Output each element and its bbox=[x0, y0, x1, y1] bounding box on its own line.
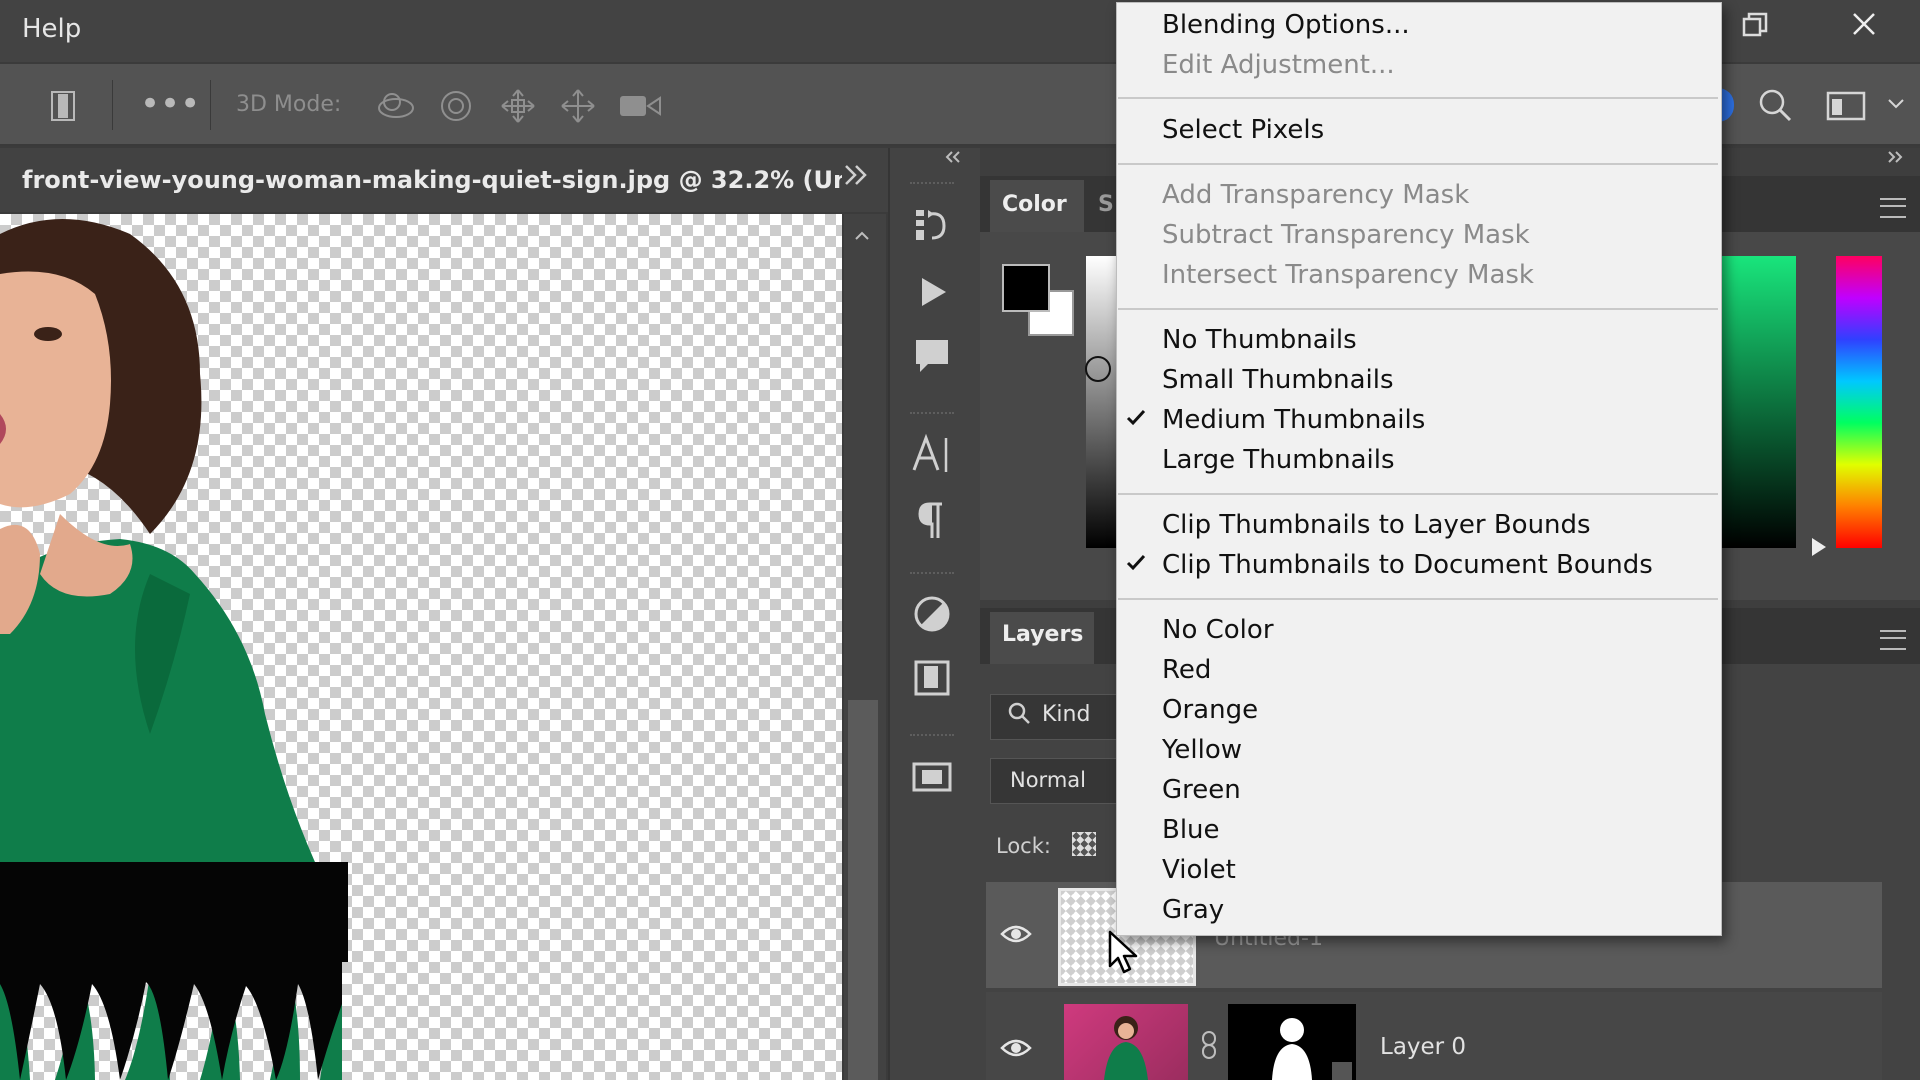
menu-item-no-thumbnails[interactable]: No Thumbnails bbox=[1162, 325, 1357, 355]
eye-icon[interactable] bbox=[1000, 1036, 1032, 1066]
strip-grip bbox=[910, 412, 954, 417]
strip-grip bbox=[910, 182, 954, 187]
more-icon[interactable]: ••• bbox=[140, 84, 200, 124]
document-canvas[interactable] bbox=[0, 214, 842, 1080]
mouse-cursor-icon bbox=[1108, 930, 1142, 980]
layer-mask-thumbnail[interactable] bbox=[1228, 1004, 1356, 1080]
orbit-3d-icon[interactable] bbox=[374, 86, 418, 130]
layer-thumbnail[interactable] bbox=[1064, 1004, 1188, 1080]
libraries-icon[interactable] bbox=[910, 656, 954, 700]
tab-layers-label: Layers bbox=[1002, 622, 1084, 647]
lock-transparent-pixels-icon[interactable] bbox=[1072, 832, 1096, 856]
menu-separator bbox=[1118, 308, 1718, 310]
menu-item-green[interactable]: Green bbox=[1162, 775, 1241, 805]
paragraph-icon[interactable] bbox=[910, 498, 954, 542]
menu-separator bbox=[1118, 97, 1718, 99]
double-chevron-left-icon[interactable] bbox=[942, 146, 964, 171]
history-icon[interactable] bbox=[910, 202, 954, 246]
menu-help[interactable]: Help bbox=[22, 14, 81, 44]
kind-filter-label: Kind bbox=[1042, 702, 1091, 727]
drag-3d-icon[interactable] bbox=[498, 86, 538, 130]
toolbar-divider bbox=[112, 80, 113, 130]
menu-item-red[interactable]: Red bbox=[1162, 655, 1211, 685]
menu-item-large-thumbnails[interactable]: Large Thumbnails bbox=[1162, 445, 1395, 475]
tab-color-label: Color bbox=[1002, 192, 1067, 217]
menu-item-medium-thumbnails[interactable]: Medium Thumbnails bbox=[1162, 405, 1425, 435]
panel-menu-icon[interactable] bbox=[1880, 198, 1906, 218]
close-window-icon[interactable] bbox=[1846, 6, 1882, 42]
menu-separator bbox=[1118, 493, 1718, 495]
menu-item-subtract-transparency-mask[interactable]: Subtract Transparency Mask bbox=[1162, 220, 1530, 250]
menu-separator bbox=[1118, 163, 1718, 165]
scrollbar-thumb[interactable] bbox=[848, 700, 878, 1080]
lock-label: Lock: bbox=[996, 834, 1051, 858]
workspace-icon[interactable] bbox=[1826, 90, 1866, 126]
menu-item-clip-to-layer-bounds[interactable]: Clip Thumbnails to Layer Bounds bbox=[1162, 510, 1591, 540]
layer-name[interactable]: Layer 0 bbox=[1380, 1034, 1466, 1060]
menu-item-gray[interactable]: Gray bbox=[1162, 895, 1224, 925]
blend-mode-value: Normal bbox=[1010, 768, 1086, 792]
brightness-ramp[interactable] bbox=[1086, 256, 1118, 548]
hue-slider-arrow[interactable] bbox=[1812, 538, 1826, 556]
menu-item-select-pixels[interactable]: Select Pixels bbox=[1162, 115, 1324, 145]
restore-window-icon[interactable] bbox=[1740, 10, 1770, 40]
search-icon bbox=[1006, 700, 1032, 732]
folder-icon[interactable] bbox=[910, 752, 954, 796]
camera-3d-icon[interactable] bbox=[618, 88, 664, 128]
document-title[interactable]: front-view-young-woman-making-quiet-sign… bbox=[22, 166, 862, 194]
double-chevron-right-icon[interactable] bbox=[840, 160, 872, 198]
menu-item-yellow[interactable]: Yellow bbox=[1162, 735, 1242, 765]
chevron-down-icon[interactable] bbox=[1886, 96, 1906, 116]
search-icon[interactable] bbox=[1756, 86, 1794, 128]
eye-icon[interactable] bbox=[1000, 922, 1032, 952]
toolbar-divider bbox=[210, 80, 211, 130]
menu-item-blending-options[interactable]: Blending Options... bbox=[1162, 10, 1410, 40]
roll-3d-icon[interactable] bbox=[436, 86, 476, 130]
strip-grip bbox=[910, 572, 954, 577]
menu-item-blue[interactable]: Blue bbox=[1162, 815, 1220, 845]
menu-item-edit-adjustment[interactable]: Edit Adjustment... bbox=[1162, 50, 1395, 80]
menu-item-clip-to-document-bounds[interactable]: Clip Thumbnails to Document Bounds bbox=[1162, 550, 1653, 580]
canvas-image bbox=[0, 219, 348, 1080]
foreground-color-swatch[interactable] bbox=[1002, 264, 1050, 312]
checkmark-icon bbox=[1126, 552, 1146, 578]
double-chevron-right-icon[interactable] bbox=[1884, 146, 1906, 171]
adjustment-icon[interactable] bbox=[910, 592, 954, 636]
panel-menu-icon[interactable] bbox=[1880, 630, 1906, 650]
checkmark-icon bbox=[1126, 407, 1146, 433]
color-picker-handle[interactable] bbox=[1085, 356, 1111, 382]
3d-mode-label: 3D Mode: bbox=[236, 92, 342, 117]
character-icon[interactable] bbox=[910, 432, 954, 476]
comment-icon[interactable] bbox=[910, 334, 954, 378]
hue-slider[interactable] bbox=[1836, 256, 1882, 548]
play-icon[interactable] bbox=[910, 270, 954, 314]
panel-toggle-icon[interactable] bbox=[48, 88, 78, 124]
menu-item-violet[interactable]: Violet bbox=[1162, 855, 1236, 885]
tab-swatches[interactable]: S bbox=[1098, 192, 1114, 217]
slide-3d-icon[interactable] bbox=[558, 86, 598, 130]
link-icon[interactable] bbox=[1198, 1030, 1220, 1066]
menu-item-orange[interactable]: Orange bbox=[1162, 695, 1258, 725]
strip-grip bbox=[910, 734, 954, 739]
menu-separator bbox=[1118, 598, 1718, 600]
menu-item-add-transparency-mask[interactable]: Add Transparency Mask bbox=[1162, 180, 1469, 210]
scroll-up-icon[interactable] bbox=[852, 224, 872, 248]
menu-item-small-thumbnails[interactable]: Small Thumbnails bbox=[1162, 365, 1394, 395]
menu-item-intersect-transparency-mask[interactable]: Intersect Transparency Mask bbox=[1162, 260, 1534, 290]
menu-item-no-color[interactable]: No Color bbox=[1162, 615, 1274, 645]
color-field[interactable] bbox=[1722, 256, 1796, 548]
